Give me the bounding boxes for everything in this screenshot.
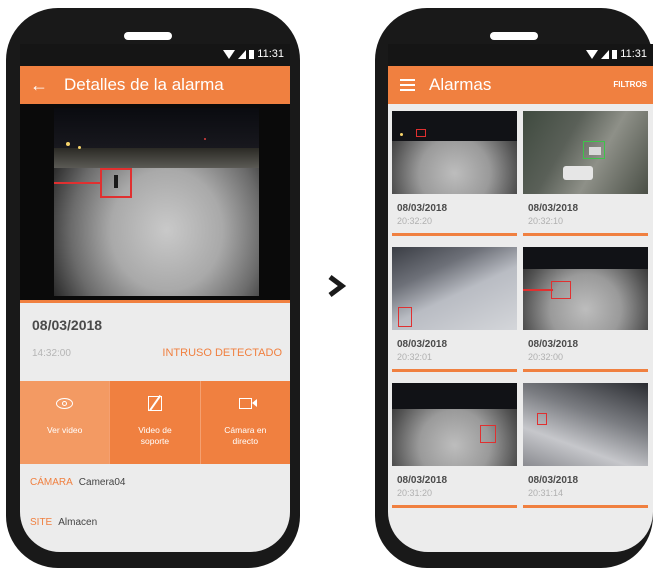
alarm-thumbnail: [523, 383, 648, 466]
menu-icon[interactable]: [400, 79, 415, 91]
camera-field: CÁMARA Camera04: [30, 477, 126, 488]
alarm-card[interactable]: 08/03/2018 20:32:10: [523, 111, 648, 241]
alarm-card-date: 08/03/2018: [528, 339, 579, 350]
signal-icon: [238, 49, 247, 59]
phone-speaker: [490, 32, 538, 40]
alarm-card-date: 08/03/2018: [397, 475, 448, 486]
support-video-button[interactable]: Video de soporte: [109, 381, 201, 464]
alarm-card-time: 20:31:20: [397, 488, 433, 498]
alarm-type: INTRUSO DETECTADO: [162, 347, 282, 359]
alarm-detail-screen: 11:31 ← Detalles de la alarma 08/03/2018…: [20, 44, 290, 552]
live-camera-button[interactable]: Cámara en directo: [200, 381, 290, 464]
eye-icon: [56, 397, 74, 409]
alarm-list-screen: 11:31 Alarmas FILTROS 08/03/2018 20:32:2…: [388, 44, 653, 552]
phone-speaker: [124, 32, 172, 40]
view-video-button[interactable]: Ver video: [20, 381, 110, 464]
alarm-thumbnail: [523, 111, 648, 194]
camera-image: [54, 108, 259, 296]
alarm-thumbnail: [392, 383, 517, 466]
app-bar: Alarmas FILTROS: [388, 66, 653, 104]
alarm-card[interactable]: 08/03/2018 20:31:20: [392, 383, 517, 513]
alarm-card-time: 20:32:01: [397, 352, 433, 362]
battery-icon: [249, 49, 255, 59]
page-title: Alarmas: [429, 75, 492, 94]
chevron-right-icon: [328, 275, 347, 297]
video-off-icon: [147, 395, 162, 411]
status-time: 11:31: [257, 48, 284, 60]
page-title: Detalles de la alarma: [64, 75, 224, 94]
action-bar: Ver video Video de soporte Cámara en dir…: [20, 381, 290, 464]
alarm-card-date: 08/03/2018: [397, 203, 448, 214]
support-video-label: Video de soporte: [138, 425, 172, 446]
battery-icon: [612, 49, 618, 59]
site-label: SITE: [30, 517, 53, 528]
status-time: 11:31: [620, 48, 647, 60]
back-arrow-icon[interactable]: ←: [30, 75, 48, 96]
alarm-date: 08/03/2018: [32, 317, 103, 333]
alarm-info: 08/03/2018 14:32:00 INTRUSO DETECTADO: [20, 303, 290, 381]
alarm-card-time: 20:32:00: [528, 352, 564, 362]
filters-button[interactable]: FILTROS: [613, 80, 647, 89]
camera-value: Camera04: [78, 477, 126, 488]
alarm-card[interactable]: 08/03/2018 20:32:20: [392, 111, 517, 241]
alarm-thumbnail: [392, 247, 517, 330]
alarm-card-date: 08/03/2018: [528, 475, 579, 486]
live-camera-label: Cámara en directo: [224, 425, 267, 446]
videocam-icon: [238, 397, 257, 409]
alarm-card[interactable]: 08/03/2018 20:32:01: [392, 247, 517, 377]
alarm-card-time: 20:32:20: [397, 216, 433, 226]
detection-box: [100, 168, 132, 198]
alarm-card-date: 08/03/2018: [528, 203, 579, 214]
alarm-thumbnail: [392, 111, 517, 194]
camera-snapshot[interactable]: [20, 104, 290, 300]
detection-trail: [54, 182, 100, 184]
view-video-label: Ver video: [46, 425, 83, 435]
site-field: SITE Almacen: [30, 517, 97, 528]
wifi-icon: [223, 49, 236, 59]
alarm-card-date: 08/03/2018: [397, 339, 448, 350]
alarm-card-time: 20:32:10: [528, 216, 564, 226]
alarm-card[interactable]: 08/03/2018 20:31:14: [523, 383, 648, 513]
site-value: Almacen: [58, 517, 98, 528]
wifi-icon: [586, 49, 599, 59]
camera-label: CÁMARA: [30, 477, 73, 488]
signal-icon: [601, 49, 610, 59]
app-bar: ← Detalles de la alarma: [20, 66, 290, 104]
status-bar: 11:31: [20, 44, 290, 66]
alarm-card[interactable]: 08/03/2018 20:32:00: [523, 247, 648, 377]
status-bar: 11:31: [388, 44, 653, 66]
alarm-thumbnail: [523, 247, 648, 330]
alarm-time: 14:32:00: [32, 348, 71, 359]
alarm-card-time: 20:31:14: [528, 488, 564, 498]
